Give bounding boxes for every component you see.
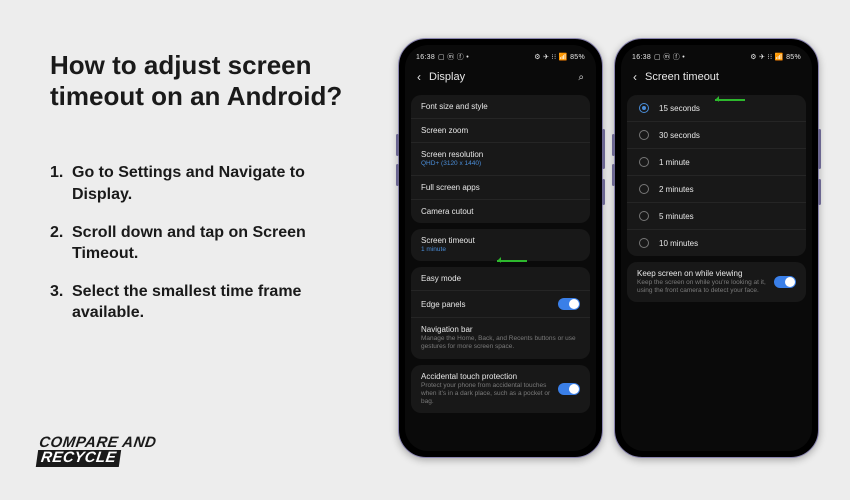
label-zoom: Screen zoom xyxy=(421,126,468,135)
row-keep-screen-on[interactable]: Keep screen on while viewing Keep the sc… xyxy=(627,262,806,302)
radio-icon xyxy=(639,238,649,248)
screen-title: Screen timeout xyxy=(645,71,800,83)
option-1-minute[interactable]: 1 minute xyxy=(627,149,806,176)
status-time: 16:38 xyxy=(632,54,651,61)
radio-icon xyxy=(639,184,649,194)
option-5-minutes[interactable]: 5 minutes xyxy=(627,203,806,230)
radio-icon xyxy=(639,130,649,140)
logo: COMPARE AND RECYCLE xyxy=(36,436,157,467)
sub-nav: Manage the Home, Back, and Recents butto… xyxy=(421,335,580,351)
option-2-minutes[interactable]: 2 minutes xyxy=(627,176,806,203)
arrow-highlight xyxy=(715,99,745,101)
page-title: How to adjust screen timeout on an Andro… xyxy=(50,50,360,112)
arrow-highlight xyxy=(497,260,527,262)
option-label: 15 seconds xyxy=(659,104,700,113)
back-icon[interactable]: ‹ xyxy=(417,71,421,83)
status-left-icons: ▢ ⓜ ⓕ • xyxy=(654,52,685,62)
logo-line1: COMPARE AND xyxy=(38,436,157,450)
side-button xyxy=(602,179,605,205)
label-keep-screen: Keep screen on while viewing xyxy=(637,269,768,278)
sub-keep-screen: Keep the screen on while you're looking … xyxy=(637,279,768,295)
label-edge: Edge panels xyxy=(421,300,465,309)
option-30-seconds[interactable]: 30 seconds xyxy=(627,122,806,149)
status-right-icons: ⚙ ✈ ⁝⁝ 📶 85% xyxy=(534,53,585,61)
option-label: 1 minute xyxy=(659,158,690,167)
vol-up-button xyxy=(396,134,399,156)
radio-icon xyxy=(639,211,649,221)
logo-line2: RECYCLE xyxy=(36,450,121,466)
row-easy-mode[interactable]: Easy mode xyxy=(411,267,590,291)
status-left-icons: ▢ ⓜ ⓕ • xyxy=(438,52,469,62)
screen-title: Display xyxy=(429,71,570,83)
toggle-accidental-touch[interactable] xyxy=(558,383,580,395)
row-camera-cutout[interactable]: Camera cutout xyxy=(411,200,590,223)
vol-up-button xyxy=(612,134,615,156)
label-timeout: Screen timeout xyxy=(421,236,580,245)
option-label: 30 seconds xyxy=(659,131,700,140)
label-full: Full screen apps xyxy=(421,183,480,192)
sub-res: QHD+ (3120 x 1440) xyxy=(421,160,580,168)
row-screen-resolution[interactable]: Screen resolutionQHD+ (3120 x 1440) xyxy=(411,143,590,176)
label-touch: Accidental touch protection xyxy=(421,372,552,381)
power-button xyxy=(602,129,605,169)
option-label: 5 minutes xyxy=(659,212,694,221)
sub-timeout: 1 minute xyxy=(421,246,580,254)
toggle-keep-screen[interactable] xyxy=(774,276,796,288)
option-label: 10 minutes xyxy=(659,239,698,248)
row-edge-panels[interactable]: Edge panels xyxy=(411,291,590,318)
label-res: Screen resolution xyxy=(421,150,580,159)
label-nav: Navigation bar xyxy=(421,325,580,334)
power-button xyxy=(818,129,821,169)
row-full-screen-apps[interactable]: Full screen apps xyxy=(411,176,590,200)
phone-screen-timeout: 16:38▢ ⓜ ⓕ • ⚙ ✈ ⁝⁝ 📶 85% ‹ Screen timeo… xyxy=(614,38,819,458)
search-icon[interactable]: ⌕ xyxy=(578,72,584,83)
phone-display-settings: 16:38▢ ⓜ ⓕ • ⚙ ✈ ⁝⁝ 📶 85% ‹ Display ⌕ Fo… xyxy=(398,38,603,458)
status-time: 16:38 xyxy=(416,54,435,61)
option-10-minutes[interactable]: 10 minutes xyxy=(627,230,806,256)
radio-icon xyxy=(639,157,649,167)
vol-down-button xyxy=(612,164,615,186)
row-font-size[interactable]: Font size and style xyxy=(411,95,590,119)
label-font: Font size and style xyxy=(421,102,488,111)
vol-down-button xyxy=(396,164,399,186)
steps-list: Go to Settings and Navigate to Display. … xyxy=(50,162,360,324)
status-bar: 16:38▢ ⓜ ⓕ • ⚙ ✈ ⁝⁝ 📶 85% xyxy=(405,45,596,65)
status-bar: 16:38▢ ⓜ ⓕ • ⚙ ✈ ⁝⁝ 📶 85% xyxy=(621,45,812,65)
step-1: Go to Settings and Navigate to Display. xyxy=(50,162,360,205)
side-button xyxy=(818,179,821,205)
row-screen-zoom[interactable]: Screen zoom xyxy=(411,119,590,143)
row-navigation-bar[interactable]: Navigation barManage the Home, Back, and… xyxy=(411,318,590,358)
toggle-edge-panels[interactable] xyxy=(558,298,580,310)
label-cutout: Camera cutout xyxy=(421,207,473,216)
radio-icon xyxy=(639,103,649,113)
step-3: Select the smallest time frame available… xyxy=(50,281,360,324)
option-label: 2 minutes xyxy=(659,185,694,194)
back-icon[interactable]: ‹ xyxy=(633,71,637,83)
row-accidental-touch[interactable]: Accidental touch protectionProtect your … xyxy=(411,365,590,413)
status-right-icons: ⚙ ✈ ⁝⁝ 📶 85% xyxy=(750,53,801,61)
step-2: Scroll down and tap on Screen Timeout. xyxy=(50,222,360,265)
label-easy: Easy mode xyxy=(421,274,461,283)
sub-touch: Protect your phone from accidental touch… xyxy=(421,382,552,406)
